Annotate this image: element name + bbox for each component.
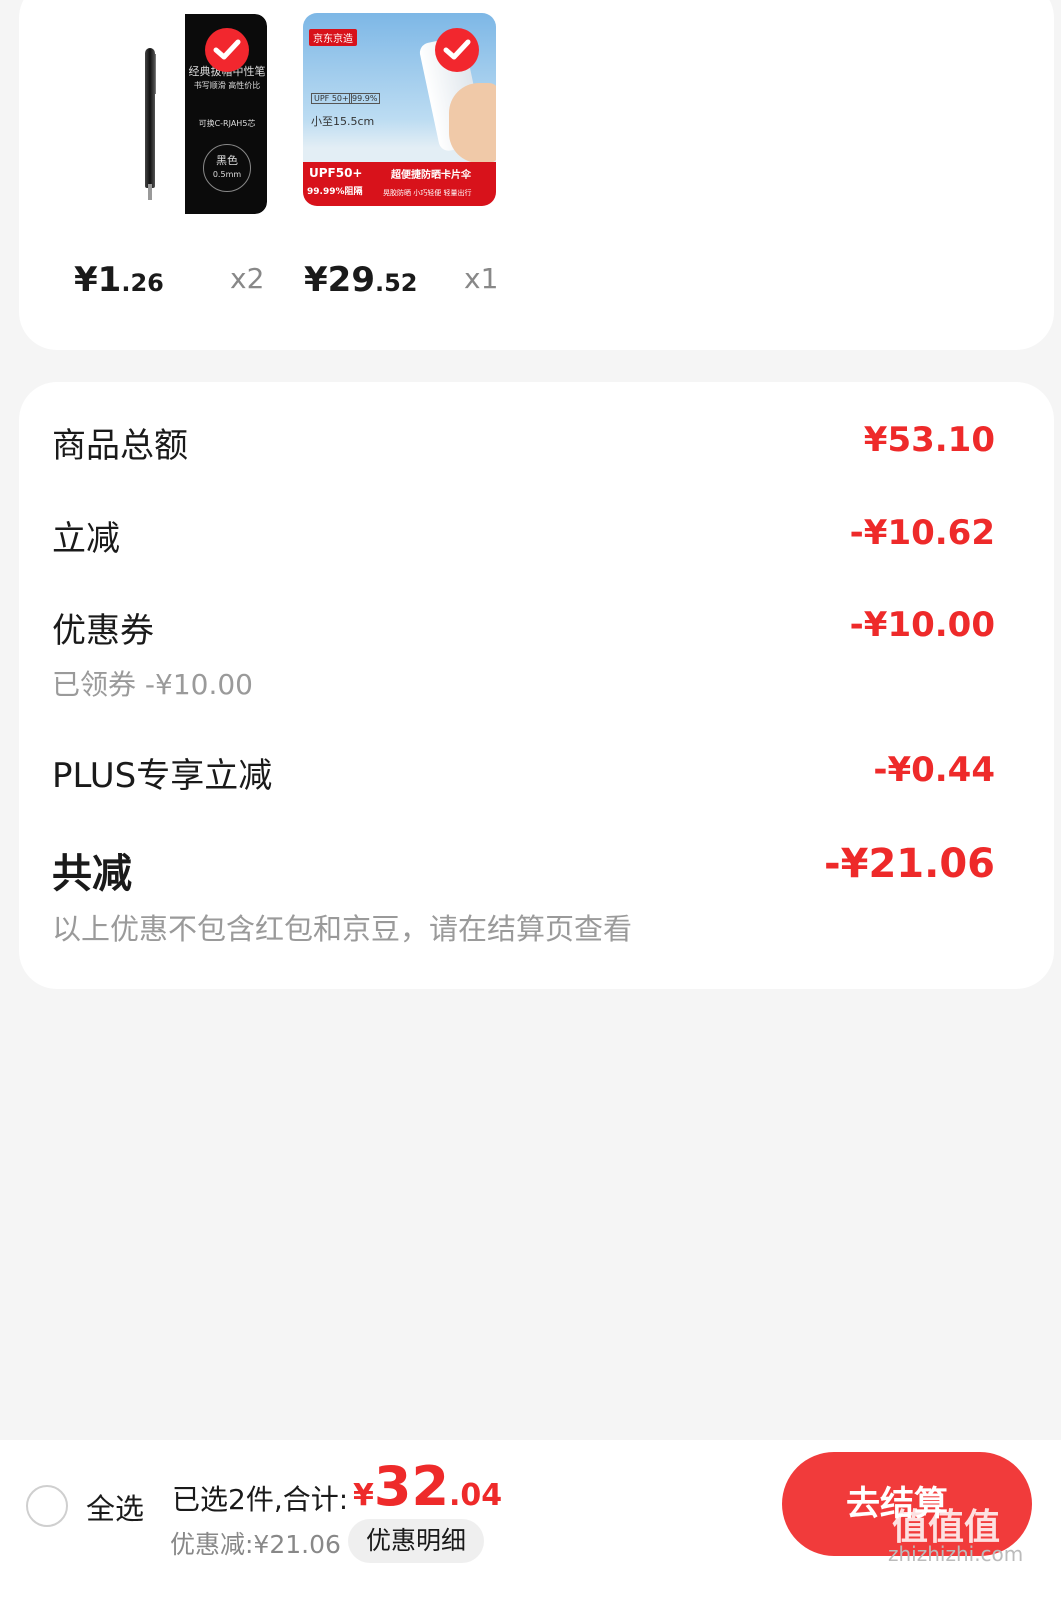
hand-image — [449, 83, 496, 163]
brand-tag: 京东京造 — [309, 29, 357, 46]
promo-title: 超便捷防晒卡片伞 — [391, 170, 471, 181]
product-price: ¥1.26 — [74, 260, 164, 300]
promo-block: 99.99%阻隔 — [307, 187, 363, 197]
coupon-claimed-note: 已领券 -¥10.00 — [52, 668, 253, 701]
discount-detail-button[interactable]: 优惠明细 — [348, 1519, 484, 1563]
cart-total-price: ¥32.04 — [353, 1455, 503, 1518]
promo-features: 晃胶防晒 小巧轻便 轻量出行 — [383, 189, 472, 197]
summary-value-subtotal: ¥53.10 — [863, 420, 995, 460]
summary-value-instant-discount: -¥10.62 — [849, 513, 995, 553]
summary-value-total-discount: -¥21.06 — [824, 841, 995, 887]
pen-subtitle: 书写顺滑 高性价比 — [193, 81, 261, 90]
summary-value-plus-discount: -¥0.44 — [873, 750, 995, 790]
summary-label-subtotal: 商品总额 — [52, 426, 188, 466]
summary-label-instant-discount: 立减 — [52, 519, 120, 559]
promo-upf: UPF50+ — [309, 166, 363, 180]
product-quantity: x2 — [230, 262, 265, 295]
watermark-url: zhizhizhi.com — [888, 1542, 1024, 1566]
select-all-label[interactable]: 全选 — [86, 1486, 144, 1528]
summary-value-coupon: -¥10.00 — [849, 605, 995, 645]
select-all-radio[interactable] — [26, 1485, 68, 1527]
product-quantity: x1 — [464, 262, 499, 295]
discount-amount-text: 优惠减:¥21.06 — [170, 1530, 341, 1559]
summary-label-plus-discount: PLUS专享立减 — [52, 756, 273, 796]
summary-label-coupon: 优惠券 — [52, 611, 154, 651]
pen-color: 黑色 — [216, 154, 238, 167]
pen-color-circle: 黑色 0.5mm — [203, 144, 251, 192]
size-text: 小至15.5cm — [311, 115, 375, 128]
summary-label-total-discount: 共减 — [52, 851, 132, 897]
pen-size: 0.5mm — [212, 170, 242, 179]
selected-check-icon[interactable] — [205, 28, 249, 72]
promo-banner: UPF50+ 99.99%阻隔 超便捷防晒卡片伞 晃胶防晒 小巧轻便 轻量出行 — [303, 162, 496, 206]
pen-refill: 可换C-RJAH5芯 — [198, 119, 256, 128]
product-price: ¥29.52 — [304, 260, 418, 300]
discount-footnote: 以上优惠不包含红包和京豆，请在结算页查看 — [52, 912, 633, 946]
upf-badge: UPF 50+ — [311, 93, 352, 104]
block-badge: 99.9% — [349, 93, 381, 104]
selected-check-icon[interactable] — [435, 28, 479, 72]
selected-count-text: 已选2件,合计: — [172, 1483, 349, 1516]
